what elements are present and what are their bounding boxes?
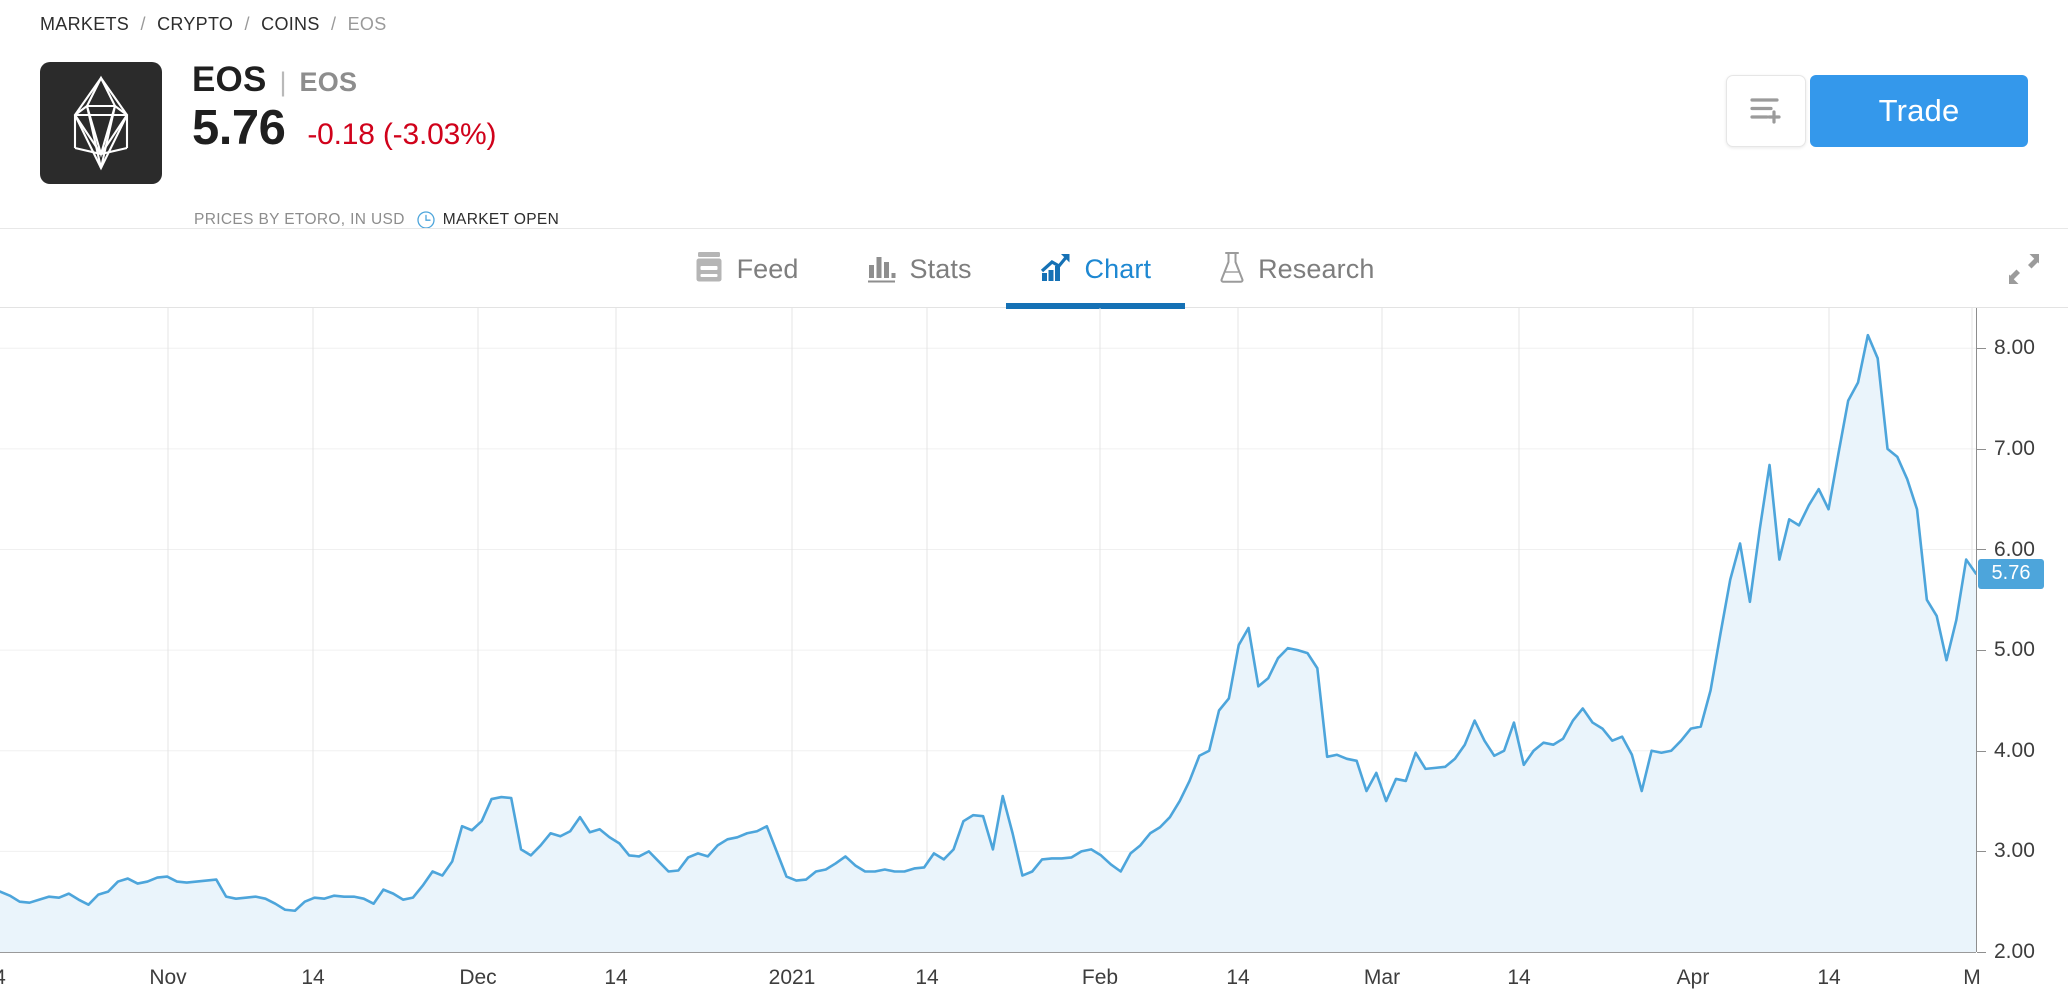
y-axis-tick: 4.00 xyxy=(1977,739,2068,763)
y-axis-tick: 7.00 xyxy=(1977,437,2068,461)
flask-icon xyxy=(1219,250,1245,289)
tab-label: Chart xyxy=(1084,253,1152,284)
y-axis-tick: 5.00 xyxy=(1977,638,2068,662)
chart-arrow-icon xyxy=(1040,251,1072,288)
instrument-symbol: EOS xyxy=(192,60,267,99)
breadcrumb: MARKETS / CRYPTO / COINS / EOS xyxy=(40,14,387,35)
price-meta-row: PRICES BY ETORO, IN USD MARKET OPEN xyxy=(194,210,559,230)
add-to-watchlist-button[interactable] xyxy=(1726,75,1806,147)
chart-plot-area[interactable] xyxy=(0,308,1976,952)
instrument-ticker: EOS xyxy=(299,67,358,97)
stats-bar-icon xyxy=(867,251,897,288)
x-axis-tick-label: Mar xyxy=(1363,966,1401,989)
x-axis-tick-label: Nov xyxy=(149,966,187,989)
y-axis-tick-label: 4.00 xyxy=(1994,738,2035,762)
breadcrumb-separator: / xyxy=(330,14,337,34)
price-row: 5.76 -0.18 (-3.03%) xyxy=(192,100,497,156)
breadcrumb-item-coins[interactable]: COINS xyxy=(261,14,320,34)
x-axis-tick-label: Apr xyxy=(1676,966,1710,989)
y-axis-tick: 8.00 xyxy=(1977,336,2068,360)
x-axis-tick-label: 14 xyxy=(1226,966,1250,989)
x-axis-tick-label: 14 xyxy=(1507,966,1531,989)
chart-x-axis: 4 Nov 14 Dec 14 2021 14 Feb 14 Mar 14 Apr 14 M xyxy=(0,952,1981,1000)
x-axis-tick-label: 14 xyxy=(915,966,939,989)
breadcrumb-item-crypto[interactable]: CRYPTO xyxy=(157,14,233,34)
instrument-name-row: EOS | EOS xyxy=(192,60,357,100)
current-price-badge: 5.76 xyxy=(1978,558,2044,589)
expand-fullscreen-icon xyxy=(2006,252,2042,291)
trade-button-label: Trade xyxy=(1878,93,1960,128)
x-axis-tick-label: M xyxy=(1963,966,1981,989)
section-tabbar: Feed Stats Chart Research xyxy=(0,228,2068,309)
tab-label: Feed xyxy=(736,253,799,284)
x-axis-tick-label: Dec xyxy=(459,966,497,989)
y-axis-tick-label: 6.00 xyxy=(1994,537,2035,561)
feed-icon xyxy=(694,250,724,289)
name-divider: | xyxy=(279,67,287,97)
y-axis-tick-label: 5.00 xyxy=(1994,638,2035,662)
prices-source-label: PRICES BY ETORO, IN USD xyxy=(194,211,405,228)
breadcrumb-separator: / xyxy=(140,14,146,34)
y-axis-tick: 3.00 xyxy=(1977,839,2068,863)
y-axis-tick-label: 2.00 xyxy=(1994,940,2035,963)
clock-icon xyxy=(416,210,436,230)
chart-y-axis: 8.00 7.00 6.00 5.00 4.00 3.00 2.00 5.76 xyxy=(1976,308,2068,963)
breadcrumb-item-eos: EOS xyxy=(347,14,387,34)
x-axis-tick-label: Feb xyxy=(1081,966,1119,989)
x-axis-tick-label: 14 xyxy=(604,966,628,989)
tab-label: Stats xyxy=(909,253,972,284)
x-axis-tick-label: 4 xyxy=(0,966,6,990)
tab-label: Research xyxy=(1258,253,1375,284)
add-to-watchlist-icon xyxy=(1748,93,1784,130)
y-axis-tick: 2.00 xyxy=(1977,940,2068,964)
x-axis-tick-label: 14 xyxy=(301,966,325,989)
tab-chart[interactable]: Chart xyxy=(1005,229,1186,309)
eos-crystal-logo-icon xyxy=(40,62,162,184)
current-price: 5.76 xyxy=(192,101,286,155)
breadcrumb-separator: / xyxy=(244,14,250,34)
y-axis-tick-label: 3.00 xyxy=(1994,839,2035,863)
price-chart[interactable]: 8.00 7.00 6.00 5.00 4.00 3.00 2.00 5.76 4 Nov 14 D… xyxy=(0,308,2068,1000)
chart-svg xyxy=(0,308,1976,952)
tab-research[interactable]: Research xyxy=(1185,229,1408,309)
y-axis-tick-label: 7.00 xyxy=(1994,436,2035,460)
breadcrumb-item-markets[interactable]: MARKETS xyxy=(40,14,129,34)
tab-feed[interactable]: Feed xyxy=(660,229,833,309)
instrument-header: EOS | EOS 5.76 -0.18 (-3.03%) PRICES BY … xyxy=(0,50,2068,229)
y-axis-tick-label: 8.00 xyxy=(1994,336,2035,360)
x-axis-tick-label: 2021 xyxy=(768,966,816,989)
price-change: -0.18 (-3.03%) xyxy=(307,118,497,151)
expand-fullscreen-button[interactable] xyxy=(2002,251,2046,291)
market-status-label: MARKET OPEN xyxy=(442,211,560,228)
tab-stats[interactable]: Stats xyxy=(833,229,1006,309)
x-axis-tick-label: 14 xyxy=(1817,966,1841,989)
trade-button[interactable]: Trade xyxy=(1810,75,2028,147)
